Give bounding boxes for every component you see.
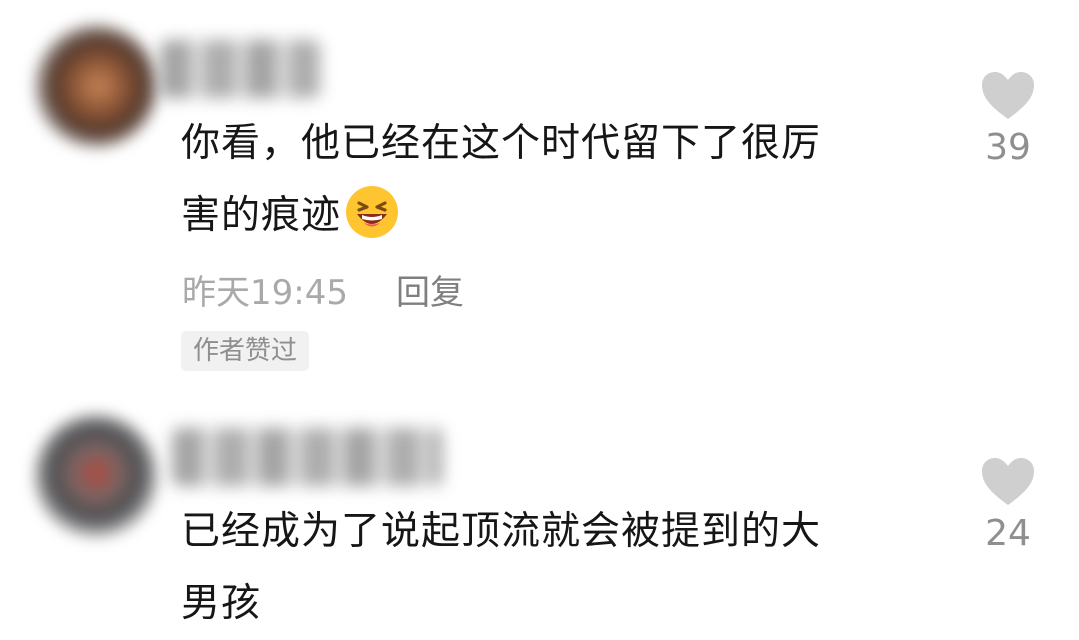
like-count: 39 [985, 127, 1031, 168]
laughing-face-icon [346, 186, 399, 238]
reply-button[interactable]: 回复 [396, 265, 464, 314]
comment-text-line-2: 男孩 [181, 581, 262, 626]
username-blurred[interactable] [172, 428, 442, 486]
comment-meta: 昨天19:45 回复 [182, 264, 464, 314]
comment-text-line-1: 你看，他已经在这个时代留下了很厉 [181, 121, 822, 166]
comment-text-line-2: 害的痕迹 [181, 193, 342, 238]
comment-text-line-1: 已经成为了说起顶流就会被提到的大 [181, 509, 822, 554]
author-liked-badge: 作者赞过 [181, 331, 310, 371]
like-count: 24 [985, 513, 1031, 554]
avatar[interactable] [34, 24, 158, 148]
comment-text: 你看，他已经在这个时代留下了很厉 害的痕迹 [181, 108, 916, 252]
comment-text: 已经成为了说起顶流就会被提到的大 男孩 [181, 496, 916, 640]
like-button[interactable]: 39 [976, 70, 1040, 170]
username-blurred[interactable] [160, 40, 320, 98]
heart-icon[interactable] [980, 70, 1036, 120]
heart-icon[interactable] [980, 456, 1036, 506]
like-button[interactable]: 24 [976, 456, 1040, 556]
comment-timestamp: 昨天19:45 [182, 272, 348, 313]
avatar[interactable] [34, 414, 158, 538]
